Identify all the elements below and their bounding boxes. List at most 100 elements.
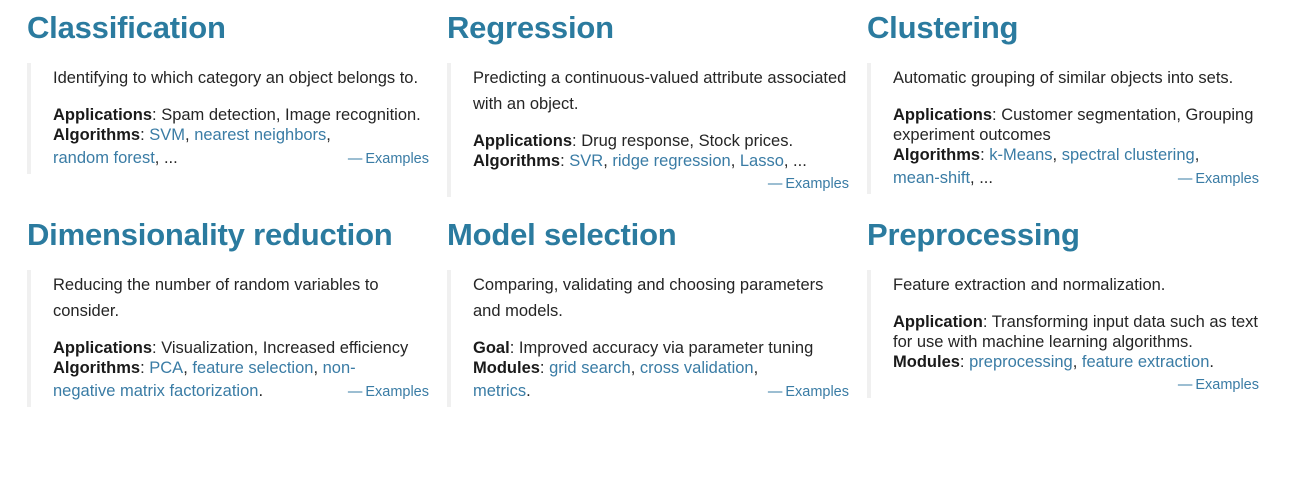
comma: ,	[183, 359, 193, 377]
comma: ,	[313, 359, 323, 377]
card-description: Identifying to which category an object …	[53, 69, 419, 87]
card-details: Applications: Visualization, Increased e…	[53, 338, 429, 378]
examples-link[interactable]: Examples	[1195, 377, 1259, 393]
card-body: Predicting a continuous-valued attribute…	[447, 63, 849, 197]
link-pca[interactable]: PCA	[149, 359, 183, 377]
link-spectral-clustering[interactable]: spectral clustering	[1062, 146, 1195, 164]
detail-label-goal: Goal	[473, 339, 510, 357]
link-preprocessing[interactable]: preprocessing	[969, 353, 1073, 371]
examples-link[interactable]: Examples	[365, 384, 429, 400]
link-svm[interactable]: SVM	[149, 126, 185, 144]
detail-sep: :	[152, 106, 162, 124]
card-dimensionality-reduction: Dimensionality reduction Reducing the nu…	[27, 219, 447, 407]
tail-text: .	[1209, 353, 1214, 371]
card-details: Applications: Drug response, Stock price…	[473, 131, 849, 171]
detail-sep: :	[140, 359, 150, 377]
comma: ,	[630, 359, 640, 377]
examples-line: — Examples	[473, 173, 849, 195]
detail-sep: :	[980, 146, 990, 164]
card-regression: Regression Predicting a continuous-value…	[447, 12, 867, 197]
examples-link-wrap: — Examples	[1164, 166, 1259, 192]
examples-line: — Examples	[893, 374, 1259, 396]
card-title: Classification	[27, 10, 226, 45]
link-lasso[interactable]: Lasso	[740, 152, 784, 170]
card-classification: Classification Identifying to which cate…	[27, 12, 447, 197]
card-details: Application: Transforming input data suc…	[893, 312, 1259, 372]
examples-link[interactable]: Examples	[365, 151, 429, 167]
examples-link-wrap: — Examples	[334, 146, 429, 172]
link-nmf-part2[interactable]: negative matrix factorization	[53, 382, 258, 400]
detail-label-application: Application	[893, 313, 983, 331]
link-grid-search[interactable]: grid search	[549, 359, 631, 377]
card-title: Regression	[447, 10, 614, 45]
examples-link[interactable]: Examples	[785, 176, 849, 192]
card-last-line: random forest, ... — Examples	[53, 145, 429, 172]
card-details: Goal: Improved accuracy via parameter tu…	[473, 338, 849, 378]
examples-link[interactable]: Examples	[1195, 171, 1259, 187]
detail-sep: :	[509, 339, 519, 357]
card-last-line: metrics. — Examples	[473, 378, 849, 405]
detail-label-modules: Modules	[473, 359, 540, 377]
card-preprocessing: Preprocessing Feature extraction and nor…	[867, 219, 1277, 407]
link-ridge-regression[interactable]: ridge regression	[612, 152, 730, 170]
detail-sep: :	[560, 152, 570, 170]
link-metrics[interactable]: metrics	[473, 382, 526, 400]
card-description: Comparing, validating and choosing param…	[473, 276, 824, 320]
link-nearest-neighbors[interactable]: nearest neighbors	[194, 126, 326, 144]
card-body: Reducing the number of random variables …	[27, 270, 429, 407]
detail-text-applications: Visualization, Increased efficiency	[161, 339, 409, 357]
tail-text: .	[258, 382, 264, 400]
tail-text: , ...	[154, 149, 178, 167]
comma: ,	[185, 126, 195, 144]
comma: ,	[1194, 146, 1200, 164]
card-details: Applications: Customer segmentation, Gro…	[893, 105, 1259, 165]
feature-grid: Classification Identifying to which cate…	[0, 0, 1293, 407]
detail-sep: :	[539, 359, 550, 377]
link-svr[interactable]: SVR	[569, 152, 603, 170]
card-description: Automatic grouping of similar objects in…	[893, 69, 1234, 87]
em-dash-icon: —	[1177, 377, 1193, 393]
card-last-line: mean-shift, ... — Examples	[893, 165, 1259, 192]
tail-text: .	[526, 382, 531, 400]
detail-sep: :	[959, 353, 970, 371]
em-dash-icon: —	[767, 176, 783, 192]
link-nmf-part1[interactable]: non-	[323, 359, 356, 377]
detail-sep: :	[152, 339, 162, 357]
link-mean-shift[interactable]: mean-shift	[893, 169, 970, 187]
detail-text-goal: Improved accuracy via parameter tuning	[518, 339, 814, 357]
detail-sep: :	[572, 132, 582, 150]
card-clustering: Clustering Automatic grouping of similar…	[867, 12, 1277, 197]
card-title: Clustering	[867, 10, 1019, 45]
card-body: Feature extraction and normalization. Ap…	[867, 270, 1259, 398]
last-line-text: mean-shift, ...	[893, 165, 993, 191]
comma: ,	[603, 152, 613, 170]
detail-label-applications: Applications	[893, 106, 993, 124]
last-line-text: negative matrix factorization.	[53, 378, 263, 404]
card-last-line: negative matrix factorization. — Examples	[53, 378, 429, 405]
link-feature-extraction[interactable]: feature extraction	[1082, 353, 1210, 371]
detail-label-applications: Applications	[53, 106, 153, 124]
card-description: Predicting a continuous-valued attribute…	[473, 69, 847, 113]
card-title: Model selection	[447, 217, 677, 252]
card-title: Preprocessing	[867, 217, 1080, 252]
detail-sep: :	[992, 106, 1002, 124]
card-body: Comparing, validating and choosing param…	[447, 270, 849, 407]
card-details: Applications: Spam detection, Image reco…	[53, 105, 429, 145]
last-line-text: metrics.	[473, 378, 531, 404]
card-body: Automatic grouping of similar objects in…	[867, 63, 1259, 194]
comma: ,	[730, 152, 740, 170]
link-cross-validation[interactable]: cross validation	[640, 359, 754, 377]
link-random-forest[interactable]: random forest	[53, 149, 155, 167]
detail-label-algorithms: Algorithms	[53, 359, 141, 377]
link-k-means[interactable]: k-Means	[989, 146, 1052, 164]
examples-link[interactable]: Examples	[785, 384, 849, 400]
link-feature-selection[interactable]: feature selection	[192, 359, 313, 377]
detail-label-algorithms: Algorithms	[893, 146, 981, 164]
em-dash-icon: —	[347, 384, 363, 400]
detail-label-applications: Applications	[473, 132, 573, 150]
tail-text: , ...	[783, 152, 807, 170]
tail-text: , ...	[970, 169, 993, 187]
examples-link-wrap: — Examples	[334, 379, 429, 405]
last-line-text: random forest, ...	[53, 145, 178, 171]
em-dash-icon: —	[767, 384, 783, 400]
